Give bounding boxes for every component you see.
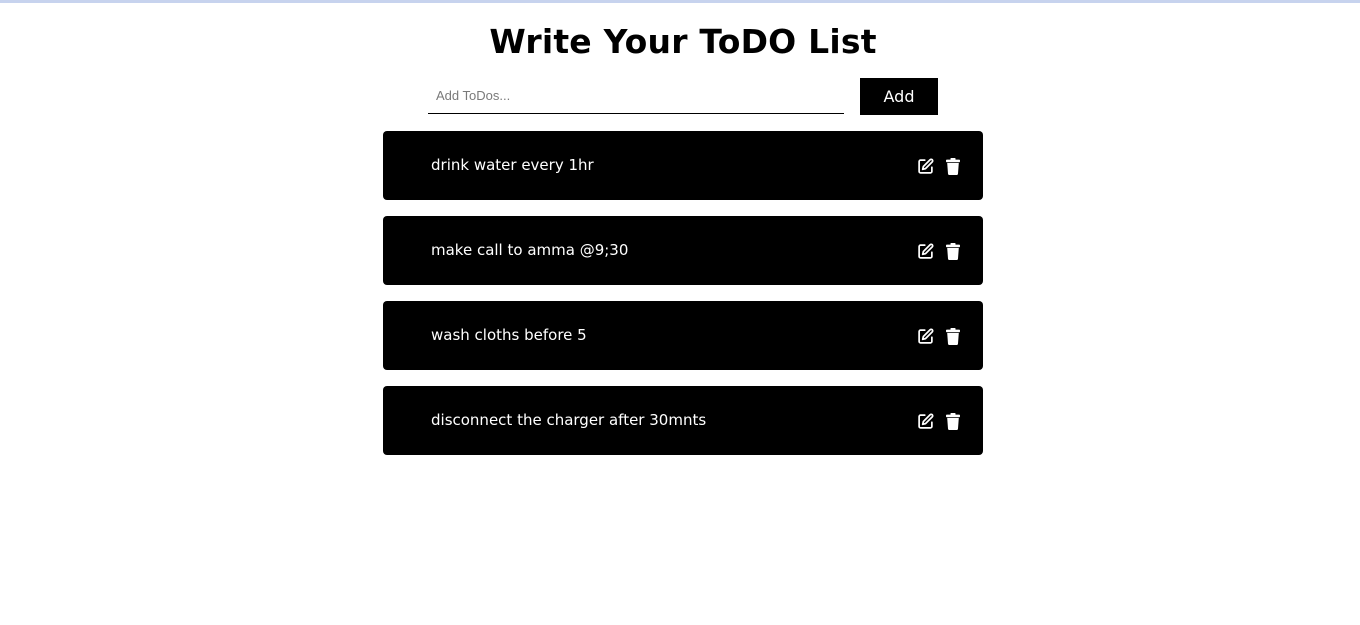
todo-text: disconnect the charger after 30mnts <box>431 411 707 429</box>
todo-item: make call to amma @9;30 <box>383 216 983 285</box>
todo-list: drink water every 1hr make call to amma … <box>383 131 983 471</box>
page-title: Write Your ToDO List <box>489 22 877 61</box>
trash-icon[interactable] <box>943 411 963 431</box>
todo-actions <box>915 241 963 261</box>
browser-top-border <box>0 0 1360 3</box>
todo-actions <box>915 156 963 176</box>
todo-text: make call to amma @9;30 <box>431 241 629 259</box>
todo-actions <box>915 411 963 431</box>
trash-icon[interactable] <box>943 156 963 176</box>
todo-input[interactable] <box>428 78 844 114</box>
edit-icon[interactable] <box>915 411 935 431</box>
trash-icon[interactable] <box>943 241 963 261</box>
todo-page: Write Your ToDO List Add drink water eve… <box>0 0 1360 625</box>
trash-icon[interactable] <box>943 326 963 346</box>
edit-icon[interactable] <box>915 241 935 261</box>
todo-actions <box>915 326 963 346</box>
add-todo-form: Add <box>428 78 938 115</box>
add-button[interactable]: Add <box>860 78 938 115</box>
todo-item: wash cloths before 5 <box>383 301 983 370</box>
todo-text: wash cloths before 5 <box>431 326 587 344</box>
todo-text: drink water every 1hr <box>431 156 594 174</box>
edit-icon[interactable] <box>915 156 935 176</box>
edit-icon[interactable] <box>915 326 935 346</box>
todo-item: drink water every 1hr <box>383 131 983 200</box>
todo-item: disconnect the charger after 30mnts <box>383 386 983 455</box>
